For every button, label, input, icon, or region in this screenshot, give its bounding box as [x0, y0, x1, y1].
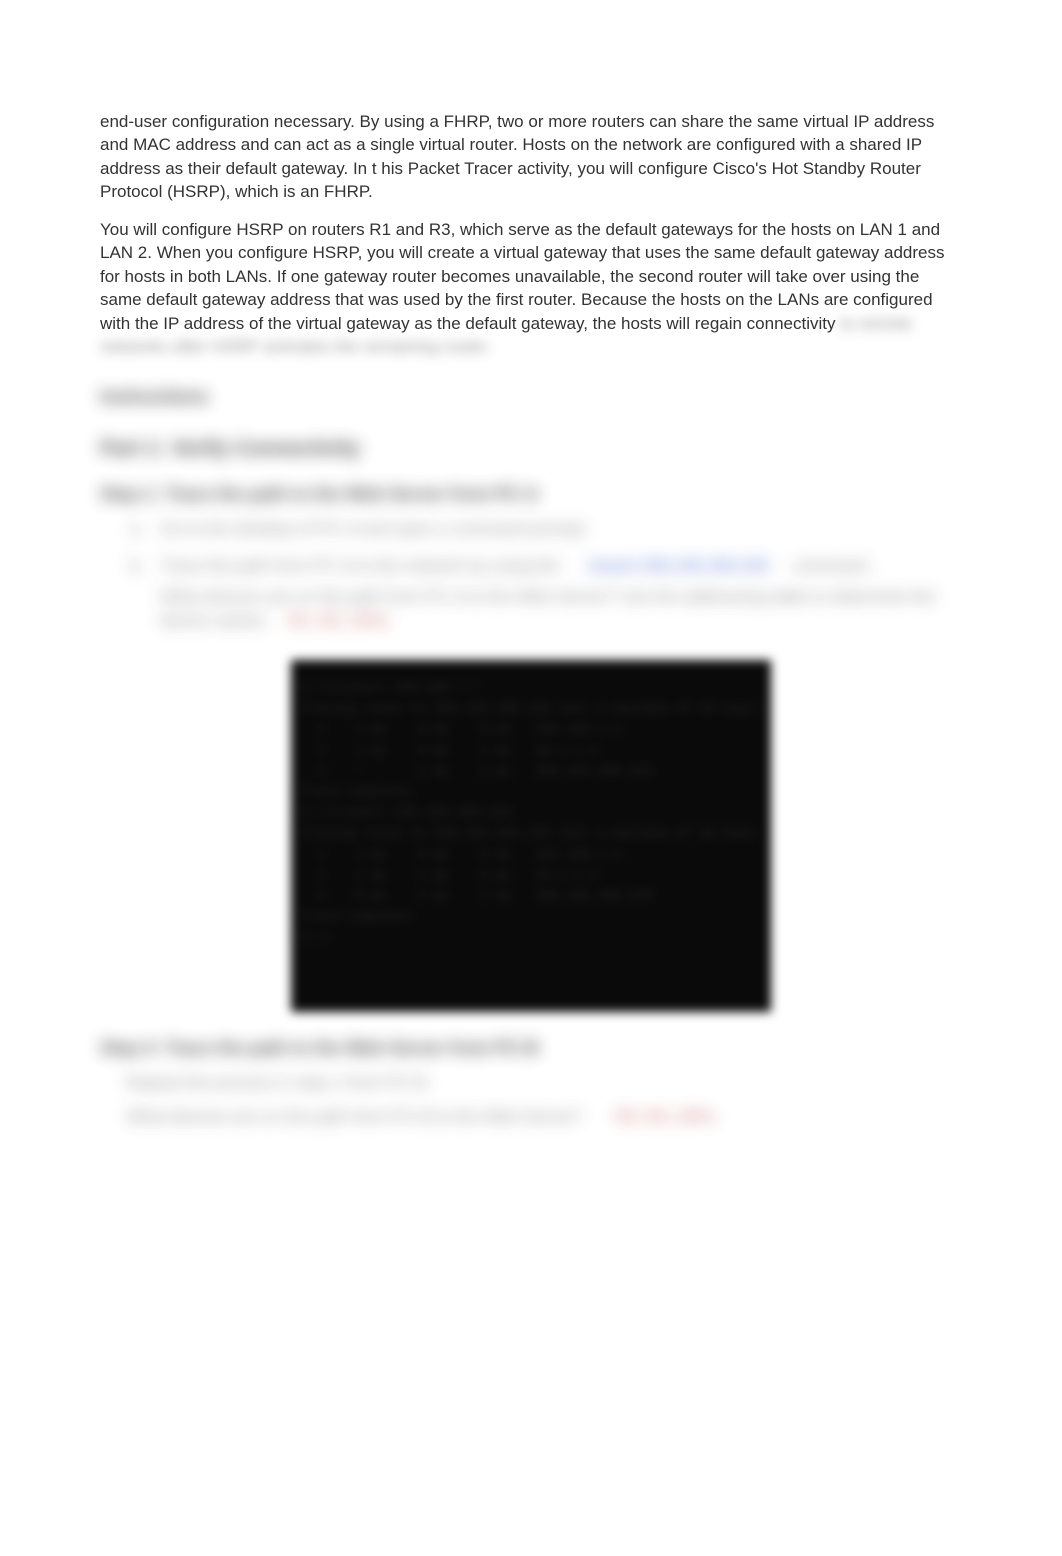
part1-heading: Part 1: Verify Connectivity	[100, 435, 962, 464]
terminal-line: 1 1 ms 0 ms 0 ms 192.168.1.1	[301, 845, 761, 866]
document-page: end-user configuration necessary. By usi…	[0, 0, 1062, 1128]
step1-item-b: b. Trace the path from PC-A to the netwo…	[152, 554, 962, 632]
terminal-line: 1 1 ms 0 ms 0 ms 192.168.1.1	[301, 720, 761, 741]
step1-question-line1: What devices are on the path from PC-A t…	[160, 585, 962, 608]
step3-body: Repeat the process in step 1 from PC-B. …	[100, 1071, 962, 1128]
terminal-line: 3 * 1 ms 2 ms 209.165.200.226	[301, 762, 761, 783]
terminal-output: C:\>tracert 209.165.*** Tracing route to…	[291, 660, 771, 1012]
list-marker-a: a.	[130, 517, 144, 540]
step3-section: Step 3: Trace the path to the Web Server…	[100, 1036, 962, 1128]
step1-b-pre: Trace the path from PC-A to the network …	[160, 556, 560, 575]
terminal-line: 3 0 ms 1 ms 2 ms 209.165.200.226	[301, 886, 761, 907]
terminal-line: Tracing route to 209.165.200.226 over a …	[301, 824, 761, 845]
paragraph-hsrp-visible: You will configure HSRP on routers R1 an…	[100, 220, 944, 333]
paragraph-fhrp-intro: end-user configuration necessary. By usi…	[100, 110, 962, 204]
step3-body-line2: What devices are on the path from PC-B t…	[126, 1105, 962, 1128]
step3-heading: Step 3: Trace the path to the Web Server…	[100, 1036, 962, 1061]
step3-question: What devices are on the path from PC-B t…	[126, 1107, 582, 1126]
step1-b-post: command.	[793, 556, 872, 575]
step3-body-line1: Repeat the process in step 1 from PC-B.	[126, 1071, 962, 1094]
step1-a-text: Go to the desktop of PC-A and open a com…	[160, 519, 589, 538]
step1-heading: Step 1: Trace the path to the Web Server…	[100, 482, 962, 507]
step1-question-line2: device names. R1, R2, ISPa	[160, 609, 962, 632]
list-marker-b: b.	[130, 554, 144, 577]
instructions-heading: Instructions	[100, 385, 962, 411]
step3-answer: R3, R2, ISPa	[615, 1107, 714, 1126]
terminal-line: C:\>tracert 209.165.200.226	[301, 803, 761, 824]
terminal-line: Trace complete.	[301, 782, 761, 803]
step1-item-a: a. Go to the desktop of PC-A and open a …	[152, 517, 962, 540]
step1-b-command: tracert 209.165.200.226	[588, 556, 769, 575]
terminal-line: 2 1 ms 0 ms 1 ms 10.1.1.2	[301, 741, 761, 762]
step1-q-prefix: device names.	[160, 611, 270, 630]
terminal-line: C:\>tracert 209.165.***	[301, 678, 761, 699]
terminal-line: C:\>	[301, 928, 761, 949]
step1-list: a. Go to the desktop of PC-A and open a …	[100, 517, 962, 633]
terminal-line: Trace complete.	[301, 907, 761, 928]
paragraph-hsrp-config: You will configure HSRP on routers R1 an…	[100, 218, 962, 359]
step1-answer: R1, R2, ISPa	[289, 611, 388, 630]
terminal-line: Tracing route to 209.165.200.226 over a …	[301, 699, 761, 720]
terminal-line: 2 1 ms 1 ms 0 ms 10.1.1.2	[301, 866, 761, 887]
